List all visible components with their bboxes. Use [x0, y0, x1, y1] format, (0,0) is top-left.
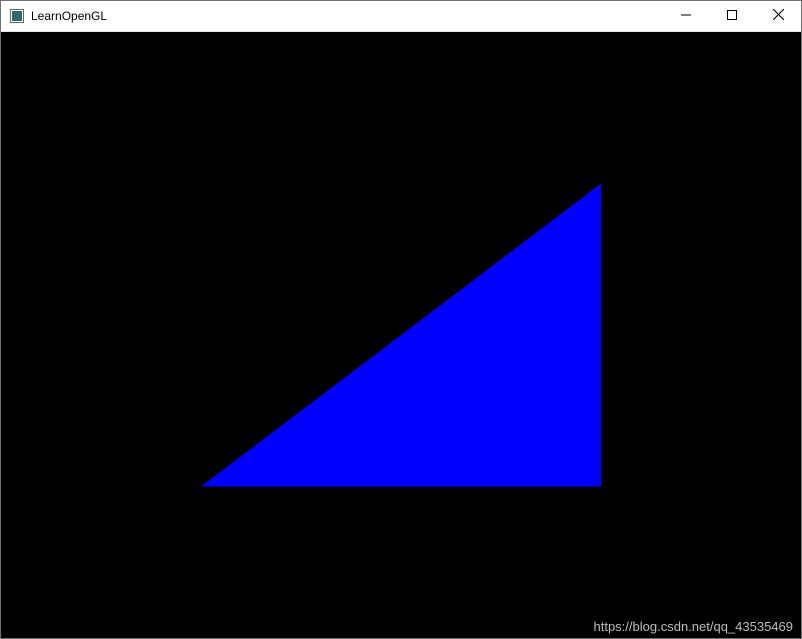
gl-canvas [1, 32, 801, 638]
minimize-icon [681, 7, 691, 25]
minimize-button[interactable] [663, 1, 709, 31]
maximize-button[interactable] [709, 1, 755, 31]
gl-clear-rect [1, 32, 801, 638]
window-frame: LearnOpenGL [0, 0, 802, 639]
close-button[interactable] [755, 1, 801, 31]
app-icon [9, 8, 25, 24]
window-controls [663, 1, 801, 31]
maximize-icon [727, 7, 737, 25]
close-icon [773, 7, 784, 25]
gl-client-area [1, 32, 801, 638]
titlebar[interactable]: LearnOpenGL [1, 1, 801, 32]
window-title: LearnOpenGL [31, 9, 663, 23]
